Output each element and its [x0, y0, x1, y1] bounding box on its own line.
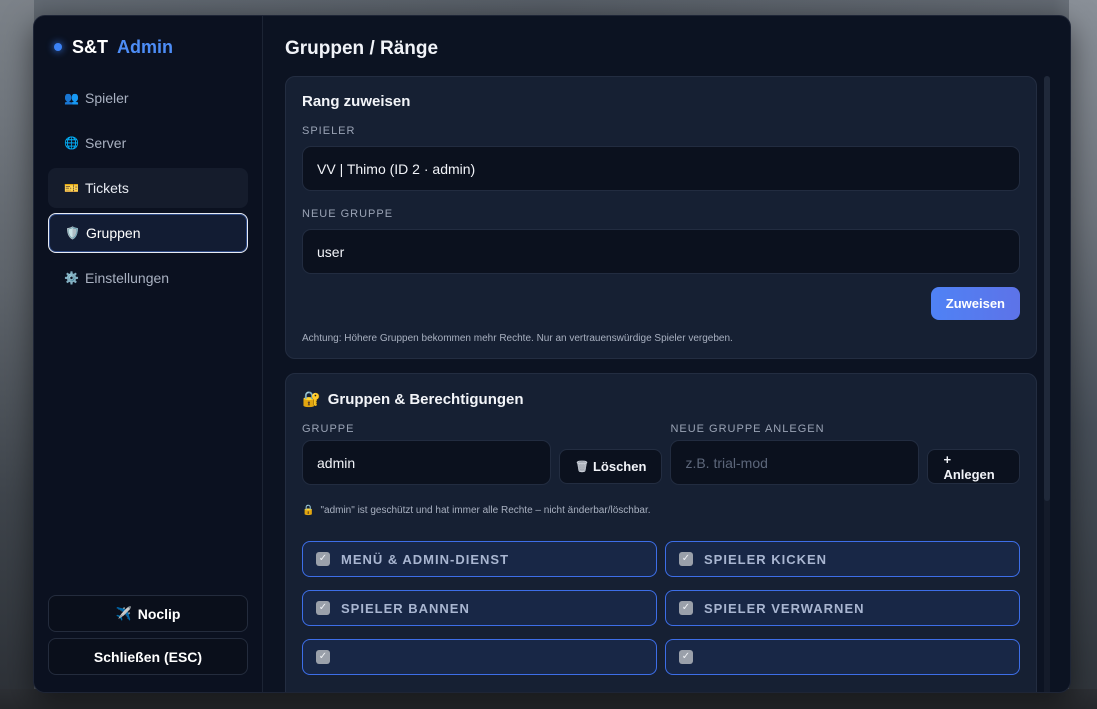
- sidebar-item-einstellungen[interactable]: ⚙️ Einstellungen: [48, 258, 248, 298]
- protected-group-text: "admin" ist geschützt und hat immer alle…: [320, 505, 651, 516]
- checkbox-checked-icon[interactable]: ✓: [316, 601, 330, 615]
- player-select[interactable]: VV | Thimo (ID 2 · admin): [302, 146, 1020, 191]
- sidebar-item-label: Tickets: [85, 180, 129, 196]
- sidebar-item-label: Gruppen: [86, 225, 141, 241]
- sidebar-item-label: Spieler: [85, 90, 129, 106]
- new-group-create-label: Neue Gruppe anlegen: [670, 423, 825, 435]
- gear-icon: ⚙️: [64, 271, 79, 285]
- create-group-button[interactable]: + Anlegen: [927, 449, 1020, 484]
- main-content: Gruppen / Ränge Rang zuweisen Spieler VV…: [263, 16, 1070, 692]
- groups-permissions-card: 🔐 Gruppen & Berechtigungen Gruppe admin …: [285, 373, 1037, 692]
- admin-panel: S&T Admin 👥 Spieler 🌐 Server 🎫 Tickets 🛡…: [33, 15, 1071, 693]
- new-group-column: Neue Gruppe anlegen z.B. trial-mod: [670, 423, 920, 485]
- sidebar-actions: ✈️ Noclip Schließen (ESC): [48, 589, 248, 675]
- brand-name: S&T: [72, 36, 108, 57]
- noclip-button[interactable]: ✈️ Noclip: [48, 595, 248, 632]
- checkbox-checked-icon[interactable]: ✓: [679, 601, 693, 615]
- permission-toggle-partial[interactable]: ✓: [302, 639, 657, 675]
- status-dot-icon: [54, 43, 62, 51]
- assign-actions: Zuweisen: [302, 287, 1020, 320]
- assign-warning-note: Achtung: Höhere Gruppen bekommen mehr Re…: [302, 333, 733, 344]
- group-controls: Gruppe admin 🗑 Löschen Neue Gruppe anleg…: [302, 423, 1020, 485]
- close-button[interactable]: Schließen (ESC): [48, 638, 248, 675]
- noclip-label: Noclip: [137, 605, 181, 622]
- background-scene-left: [0, 0, 34, 709]
- background-scene-right: [1069, 0, 1097, 709]
- permission-label: Spieler bannen: [341, 600, 470, 616]
- group-select-column: Gruppe admin: [302, 423, 551, 485]
- ticket-icon: 🎫: [64, 181, 79, 195]
- permission-toggle-partial[interactable]: ✓: [665, 639, 1020, 675]
- globe-icon: 🌐: [64, 136, 79, 150]
- airplane-icon: ✈️: [115, 605, 132, 621]
- scrollbar-thumb[interactable]: [1044, 76, 1050, 501]
- close-label: Schließen (ESC): [93, 648, 203, 665]
- group-label: Gruppe: [302, 423, 355, 435]
- page-title: Gruppen / Ränge: [285, 38, 439, 59]
- delete-group-button[interactable]: 🗑 Löschen: [559, 449, 663, 484]
- players-icon: 👥: [64, 91, 79, 105]
- sidebar-nav: 👥 Spieler 🌐 Server 🎫 Tickets 🛡️ Gruppen …: [48, 78, 248, 298]
- new-group-select[interactable]: user: [302, 229, 1020, 274]
- groups-permissions-header: 🔐 Gruppen & Berechtigungen: [302, 390, 1020, 409]
- permission-label: Menü & Admin-Dienst: [341, 551, 510, 567]
- permission-label: Spieler verwarnen: [704, 600, 865, 616]
- group-select[interactable]: admin: [302, 440, 551, 485]
- shield-icon: 🛡️: [65, 226, 80, 240]
- checkbox-checked-icon[interactable]: ✓: [316, 552, 330, 566]
- checkbox-checked-icon[interactable]: ✓: [679, 552, 693, 566]
- sidebar-item-tickets[interactable]: 🎫 Tickets: [48, 168, 248, 208]
- permissions-grid: ✓ Menü & Admin-Dienst ✓ Spieler kicken ✓…: [302, 541, 1020, 675]
- checkbox-checked-icon[interactable]: ✓: [679, 650, 693, 664]
- lock-icon: 🔒: [302, 505, 315, 516]
- assign-rank-title: Rang zuweisen: [302, 93, 411, 110]
- assign-button[interactable]: Zuweisen: [930, 287, 1020, 320]
- sidebar-item-gruppen[interactable]: 🛡️ Gruppen: [48, 213, 248, 253]
- checkbox-checked-icon[interactable]: ✓: [316, 650, 330, 664]
- trash-icon: 🗑: [575, 461, 589, 473]
- groups-permissions-title: Gruppen & Berechtigungen: [327, 390, 524, 408]
- permission-toggle[interactable]: ✓ Spieler kicken: [665, 541, 1020, 577]
- permission-toggle[interactable]: ✓ Spieler verwarnen: [665, 590, 1020, 626]
- sidebar-item-label: Server: [85, 135, 127, 151]
- new-group-input[interactable]: z.B. trial-mod: [670, 440, 920, 485]
- brand: S&T Admin: [48, 16, 248, 78]
- assign-rank-card: Rang zuweisen Spieler VV | Thimo (ID 2 ·…: [285, 76, 1037, 359]
- sidebar-item-label: Einstellungen: [85, 270, 170, 286]
- protected-group-note: 🔒 "admin" ist geschützt und hat immer al…: [302, 505, 1020, 516]
- permission-label: Spieler kicken: [704, 551, 828, 567]
- delete-group-label: Löschen: [592, 459, 647, 474]
- lock-key-icon: 🔐: [302, 391, 321, 408]
- permission-toggle[interactable]: ✓ Menü & Admin-Dienst: [302, 541, 657, 577]
- permission-toggle[interactable]: ✓ Spieler bannen: [302, 590, 657, 626]
- player-label: Spieler: [302, 125, 356, 137]
- brand-suffix: Admin: [117, 36, 173, 57]
- sidebar-item-spieler[interactable]: 👥 Spieler: [48, 78, 248, 118]
- sidebar: S&T Admin 👥 Spieler 🌐 Server 🎫 Tickets 🛡…: [34, 16, 263, 692]
- new-group-label: Neue Gruppe: [302, 208, 394, 220]
- sidebar-item-server[interactable]: 🌐 Server: [48, 123, 248, 163]
